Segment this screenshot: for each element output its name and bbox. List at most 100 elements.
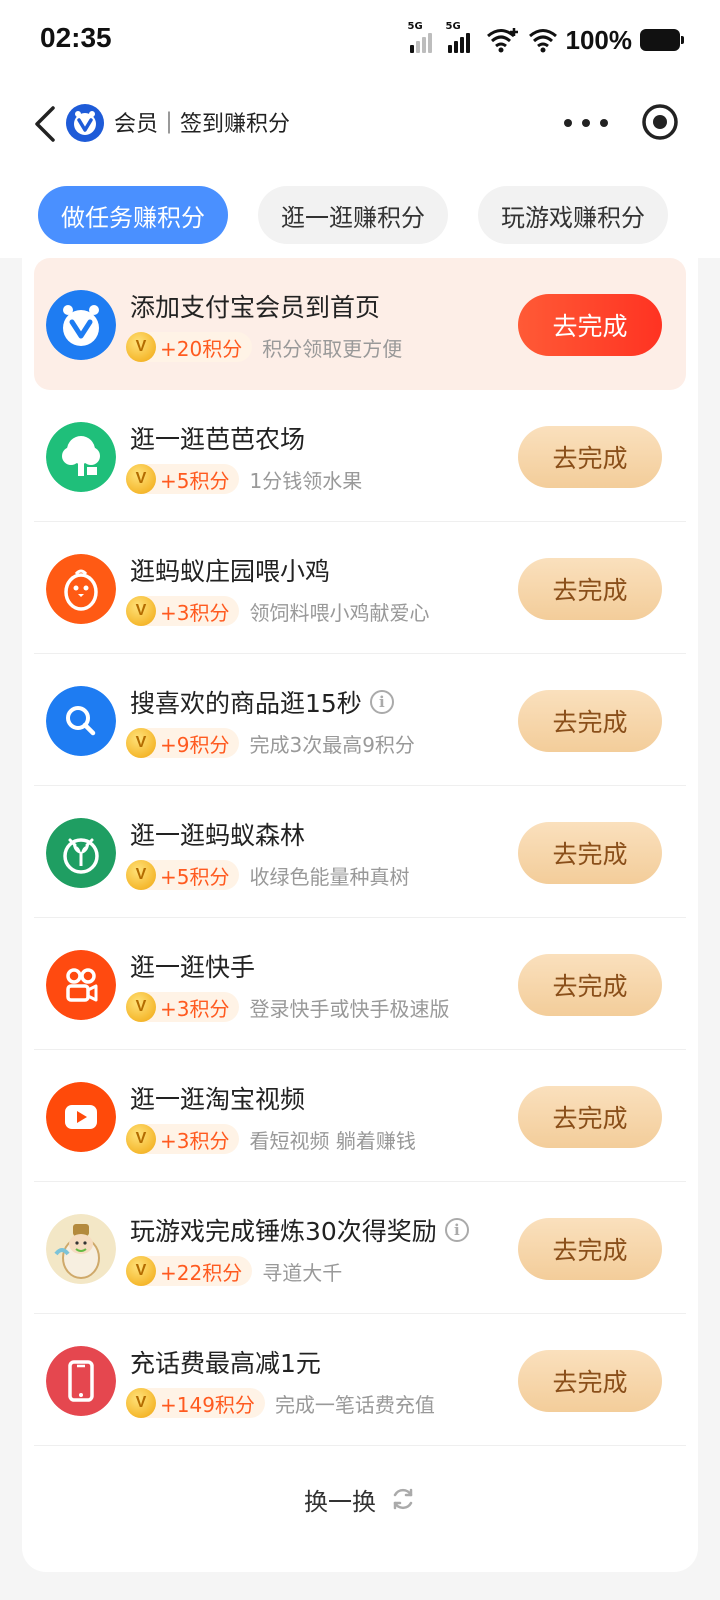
coin-icon: V	[126, 992, 156, 1022]
tab-bar: 做任务赚积分 逛一逛赚积分 玩游戏赚积分	[0, 186, 720, 246]
refresh-label: 换一换	[304, 1487, 376, 1516]
points-badge: V +3积分	[126, 1124, 240, 1154]
close-miniapp-button[interactable]	[640, 102, 680, 142]
coin-icon: V	[126, 464, 156, 494]
tab-play-games[interactable]: 玩游戏赚积分	[478, 186, 668, 244]
task-row: 充话费最高减1元 V +149积分 完成一笔话费充值 去完成	[34, 1314, 686, 1446]
points-badge: V +22积分	[126, 1256, 253, 1286]
task-row: 添加支付宝会员到首页 V +20积分 积分领取更方便 去完成	[34, 258, 686, 390]
task-title-text: 逛一逛芭芭农场	[130, 425, 306, 454]
task-subline: V +5积分 收绿色能量种真树	[126, 860, 409, 890]
sprout-icon	[46, 818, 116, 888]
task-title-text: 逛蚂蚁庄园喂小鸡	[130, 557, 331, 586]
go-complete-button[interactable]: 去完成	[518, 1350, 662, 1412]
task-description: 领饲料喂小鸡献爱心	[249, 600, 430, 625]
refresh-button[interactable]: 换一换	[22, 1470, 698, 1528]
coin-icon: V	[126, 860, 156, 890]
coin-icon: V	[126, 728, 156, 758]
alipay-member-icon	[46, 290, 116, 360]
points-badge: V +9积分	[126, 728, 240, 758]
points-badge: V +20积分	[126, 332, 253, 362]
task-row: 逛一逛淘宝视频 V +3积分 看短视频 躺着赚钱 去完成	[34, 1050, 686, 1182]
task-title-text: 充话费最高减1元	[130, 1349, 321, 1378]
points-value: +20积分	[160, 336, 243, 361]
points-badge: V +5积分	[126, 464, 240, 494]
search-icon	[46, 686, 116, 756]
more-dot	[582, 119, 590, 127]
task-description: 寻道大千	[262, 1260, 343, 1285]
task-description: 完成一笔话费充值	[274, 1392, 435, 1417]
task-description: 看短视频 躺着赚钱	[249, 1128, 416, 1153]
task-title: 搜喜欢的商品逛15秒 i	[130, 684, 394, 720]
go-complete-button[interactable]: 去完成	[518, 1086, 662, 1148]
task-title: 添加支付宝会员到首页	[130, 288, 380, 324]
points-value: +3积分	[160, 600, 230, 625]
go-complete-button[interactable]: 去完成	[518, 294, 662, 356]
points-value: +22积分	[160, 1260, 243, 1285]
tab-do-tasks[interactable]: 做任务赚积分	[38, 186, 228, 244]
task-subline: V +3积分 登录快手或快手极速版	[126, 992, 449, 1022]
task-subline: V +22积分 寻道大千	[126, 1256, 342, 1286]
points-badge: V +149积分	[126, 1388, 265, 1418]
go-complete-button[interactable]: 去完成	[518, 1218, 662, 1280]
more-dot	[564, 119, 572, 127]
task-card: 添加支付宝会员到首页 V +20积分 积分领取更方便 去完成 逛一逛芭芭农场 V +5积分 1分…	[22, 258, 698, 1572]
go-complete-button[interactable]: 去完成	[518, 426, 662, 488]
task-title-text: 搜喜欢的商品逛15秒	[130, 689, 362, 718]
page-title: 会员｜签到赚积分	[114, 112, 291, 137]
task-row: 逛一逛芭芭农场 V +5积分 1分钱领水果 去完成	[34, 390, 686, 522]
task-title-text: 逛一逛淘宝视频	[130, 1085, 306, 1114]
task-title-text: 添加支付宝会员到首页	[130, 293, 381, 322]
task-title-text: 逛一逛快手	[130, 953, 256, 982]
signal-2-label: 5G	[445, 21, 461, 32]
task-description: 收绿色能量种真树	[249, 864, 410, 889]
more-button[interactable]	[564, 110, 608, 136]
task-row: 逛蚂蚁庄园喂小鸡 V +3积分 领饲料喂小鸡献爱心 去完成	[34, 522, 686, 654]
task-row: 逛一逛快手 V +3积分 登录快手或快手极速版 去完成	[34, 918, 686, 1050]
points-value: +3积分	[160, 996, 230, 1021]
status-time: 02:35	[40, 22, 112, 53]
task-description: 积分领取更方便	[262, 336, 403, 361]
points-badge: V +3积分	[126, 596, 240, 626]
battery-percent: 100%	[565, 24, 633, 55]
task-title: 玩游戏完成锤炼30次得奖励 i	[130, 1212, 469, 1248]
farm-tree-icon	[46, 422, 116, 492]
game-character-icon	[46, 1214, 116, 1284]
go-complete-button[interactable]: 去完成	[518, 822, 662, 884]
phone-icon	[46, 1346, 116, 1416]
nav-bar: 会员｜签到赚积分	[0, 90, 720, 156]
info-icon[interactable]: i	[369, 690, 394, 714]
go-complete-button[interactable]: 去完成	[518, 558, 662, 620]
coin-icon: V	[126, 1124, 156, 1154]
status-bar: 02:35 5G 5G 100%	[0, 0, 720, 80]
battery-icon	[640, 29, 684, 51]
coin-icon: V	[126, 332, 156, 362]
chick-icon	[46, 554, 116, 624]
points-value: +5积分	[160, 468, 230, 493]
tab-browse[interactable]: 逛一逛赚积分	[258, 186, 448, 244]
task-title: 充话费最高减1元	[130, 1344, 321, 1380]
points-value: +5积分	[160, 864, 230, 889]
task-row: 玩游戏完成锤炼30次得奖励 i V +22积分 寻道大千 去完成	[34, 1182, 686, 1314]
info-icon[interactable]: i	[444, 1218, 469, 1242]
points-value: +9积分	[160, 732, 230, 757]
go-complete-button[interactable]: 去完成	[518, 954, 662, 1016]
points-badge: V +3积分	[126, 992, 240, 1022]
task-title: 逛一逛淘宝视频	[130, 1080, 305, 1116]
signal-1-label: 5G	[407, 21, 423, 32]
task-description: 登录快手或快手极速版	[249, 996, 450, 1021]
coin-icon: V	[126, 1256, 156, 1286]
task-title: 逛蚂蚁庄园喂小鸡	[130, 552, 330, 588]
points-value: +3积分	[160, 1128, 230, 1153]
task-title: 逛一逛芭芭农场	[130, 420, 305, 456]
task-description: 完成3次最高9积分	[249, 732, 415, 757]
status-icons: 5G 5G 100%	[408, 21, 684, 58]
task-title: 逛一逛快手	[130, 948, 255, 984]
video-play-icon	[46, 1082, 116, 1152]
signal-1-icon: 5G	[408, 21, 440, 53]
task-subline: V +3积分 领饲料喂小鸡献爱心	[126, 596, 429, 626]
back-button[interactable]	[22, 102, 66, 146]
go-complete-button[interactable]: 去完成	[518, 690, 662, 752]
wifi-plus-icon	[486, 28, 518, 53]
task-subline: V +149积分 完成一笔话费充值	[126, 1388, 435, 1418]
